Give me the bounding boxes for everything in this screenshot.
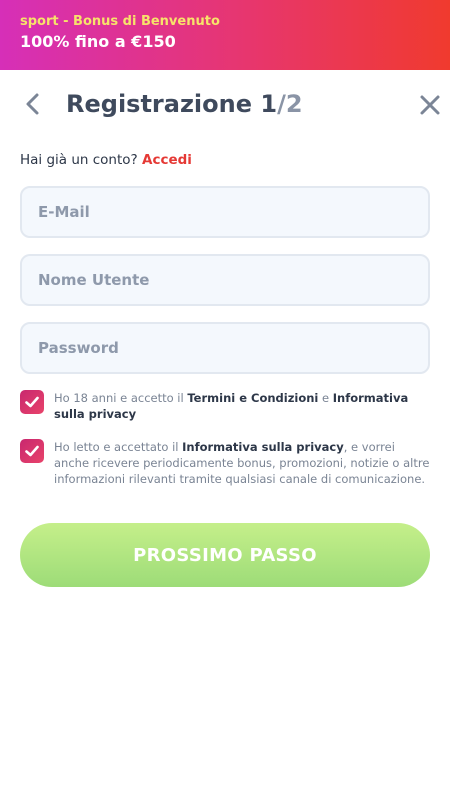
marketing-consent-text: Ho letto e accettato il Informativa sull…: [54, 439, 430, 487]
page-title: Registrazione 1/2: [66, 86, 303, 122]
checkmark-icon: [25, 396, 39, 408]
close-icon: [420, 95, 440, 115]
step-current: 1: [260, 90, 278, 118]
terms-text-1: Ho 18 anni e accetto il: [54, 391, 188, 405]
checkmark-icon: [25, 445, 39, 457]
password-field[interactable]: [20, 322, 430, 374]
terms-text-2: e: [318, 391, 333, 405]
marketing-text-1: Ho letto e accettato il: [54, 440, 183, 454]
page-title-text: Registrazione: [66, 90, 252, 118]
next-step-button[interactable]: PROSSIMO PASSO: [20, 523, 430, 587]
username-field[interactable]: [20, 254, 430, 306]
promo-banner-title: 100% fino a €150: [20, 32, 176, 51]
login-prompt: Hai già un conto?: [20, 152, 138, 168]
promo-banner[interactable]: sport - Bonus di Benvenuto 100% fino a €…: [0, 0, 450, 70]
step-total: /2: [277, 90, 303, 118]
terms-link[interactable]: Termini e Condizioni: [187, 391, 318, 405]
close-button[interactable]: [416, 91, 444, 119]
page-header: Registrazione 1/2: [0, 86, 450, 122]
promo-banner-subtitle: sport - Bonus di Benvenuto: [20, 14, 220, 29]
chevron-left-icon: [26, 93, 39, 115]
back-button[interactable]: [20, 90, 48, 118]
login-link[interactable]: Accedi: [142, 152, 192, 168]
privacy-link[interactable]: Informativa sulla privacy: [182, 440, 344, 454]
email-field[interactable]: [20, 186, 430, 238]
terms-consent-text: Ho 18 anni e accetto il Termini e Condiz…: [54, 390, 430, 422]
marketing-checkbox[interactable]: [20, 439, 44, 463]
terms-checkbox[interactable]: [20, 390, 44, 414]
login-prompt-row: Hai già un conto? Accedi: [20, 150, 192, 170]
